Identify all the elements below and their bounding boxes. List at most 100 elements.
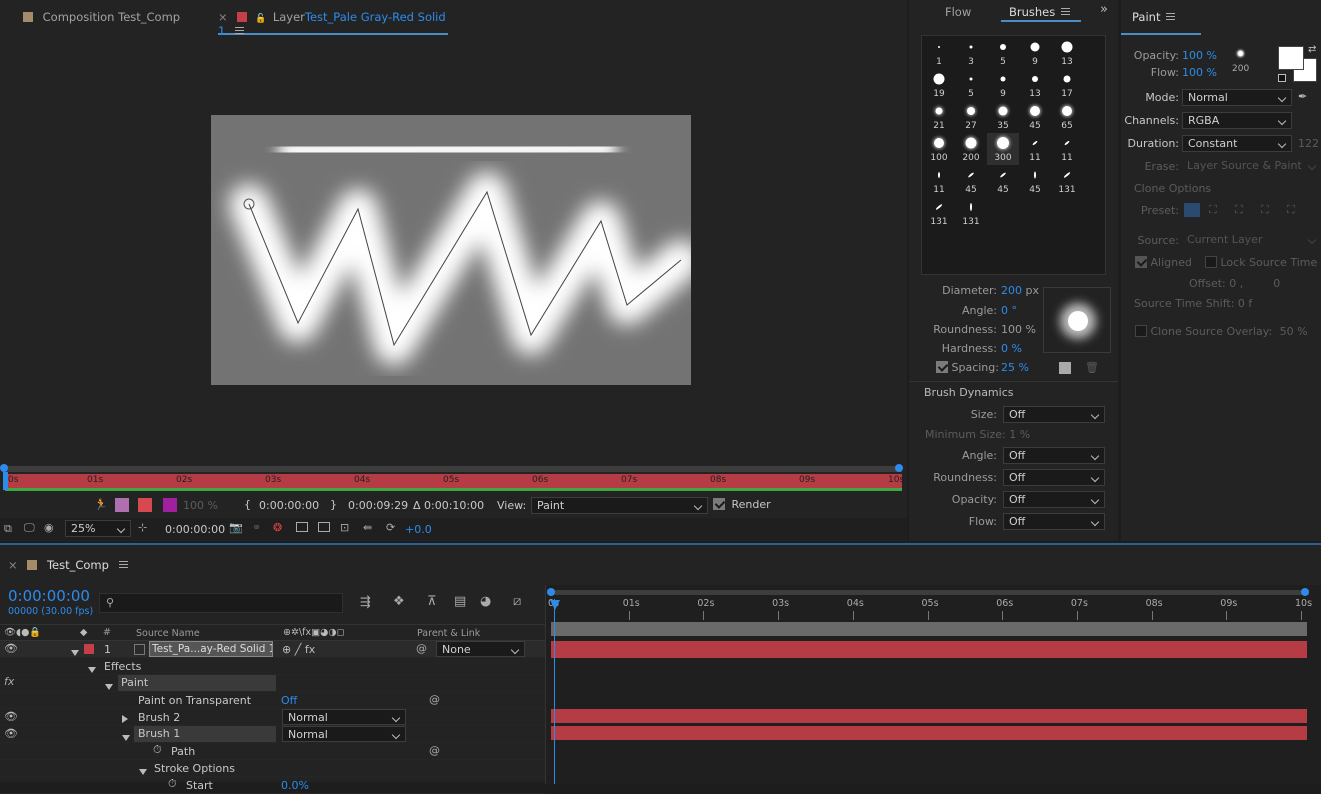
hardness-value[interactable]: 0 %: [1001, 342, 1022, 355]
shy-layers-icon[interactable]: ⊼: [427, 594, 437, 609]
expression-pickwhip-icon[interactable]: @: [429, 744, 440, 757]
work-area-end[interactable]: [895, 464, 903, 472]
view-select[interactable]: Paint: [531, 497, 708, 514]
erase-select[interactable]: Layer Source & Paint: [1182, 158, 1321, 175]
layer-bar[interactable]: [551, 641, 1307, 658]
expand-icon[interactable]: [88, 667, 96, 673]
color-swatch[interactable]: [163, 498, 177, 512]
expand-icon[interactable]: [122, 715, 128, 723]
channels-icon[interactable]: ❂: [273, 521, 282, 534]
brush-tip[interactable]: 9: [1019, 37, 1051, 69]
mode-select[interactable]: Normal: [1182, 89, 1292, 106]
opacity-value[interactable]: 100 %: [183, 499, 218, 512]
swap-colors-icon[interactable]: ⇄: [1308, 44, 1316, 55]
visibility-icon[interactable]: 👁: [4, 710, 18, 723]
timeline-ruler[interactable]: 0s01s02s03s04s05s06s07s08s09s10s: [546, 597, 1321, 621]
current-time[interactable]: 0:00:00:00: [8, 587, 90, 605]
expand-icon[interactable]: [139, 769, 147, 775]
start-time[interactable]: 0:00:00:00: [259, 499, 319, 512]
brush2-row[interactable]: 👁 Brush 2 Normal: [0, 709, 545, 726]
brush-tip[interactable]: 1: [923, 37, 955, 69]
show-snapshot-icon[interactable]: ⚭: [252, 521, 261, 534]
overflow-icon[interactable]: »: [1100, 2, 1108, 17]
playhead[interactable]: [3, 472, 8, 490]
brush1-mode-select[interactable]: Normal: [282, 726, 406, 742]
timeline-tab[interactable]: × Test_Comp: [8, 558, 128, 572]
current-time-indicator[interactable]: [554, 599, 555, 784]
frame-blending-icon[interactable]: ▤: [454, 594, 466, 609]
onion-next-icon[interactable]: [138, 498, 152, 512]
roundness-value[interactable]: 100 %: [1001, 323, 1036, 336]
default-colors-icon[interactable]: [1278, 74, 1286, 82]
viewer-timecode[interactable]: 0:00:00:00: [165, 523, 225, 536]
region-icon[interactable]: ⊹: [138, 521, 147, 534]
opacity-value[interactable]: 100 %: [1182, 49, 1217, 62]
brush-tip[interactable]: 21: [923, 101, 955, 133]
snapshot-icon[interactable]: 📷: [229, 521, 243, 534]
clone-preset-1-icon[interactable]: [1184, 203, 1200, 217]
brush-tip[interactable]: 131: [1051, 165, 1083, 197]
brush-tip[interactable]: 45: [987, 165, 1019, 197]
paint-canvas[interactable]: [211, 115, 691, 385]
brush-tip[interactable]: 45: [955, 165, 987, 197]
expand-icon[interactable]: [105, 684, 113, 690]
clone-overlay-checkbox[interactable]: [1135, 325, 1147, 337]
parent-select[interactable]: None: [436, 641, 525, 657]
brush1-row[interactable]: 👁 Brush 1 Normal: [0, 726, 545, 743]
out-point-icon[interactable]: }: [330, 498, 337, 511]
tab-flow[interactable]: Flow: [945, 5, 971, 19]
brush2-bar[interactable]: [551, 709, 1307, 723]
brush-tip[interactable]: 3: [955, 37, 987, 69]
eyedropper-icon[interactable]: ✒: [1298, 90, 1307, 103]
expand-icon[interactable]: [71, 650, 79, 656]
comp-mini-flowchart-icon[interactable]: ⇶: [360, 595, 371, 610]
brush-tip[interactable]: 131: [923, 197, 955, 229]
brush-tip[interactable]: 11: [1051, 133, 1083, 165]
always-preview-icon[interactable]: ⧉: [4, 522, 12, 536]
effects-row[interactable]: Effects: [0, 658, 545, 675]
brush-tip[interactable]: 35: [987, 101, 1019, 133]
onion-prev-icon[interactable]: [115, 498, 129, 512]
visibility-icon[interactable]: 👁: [4, 642, 18, 655]
end-time[interactable]: 0:00:09:29: [348, 499, 408, 512]
resolution-icon[interactable]: [296, 522, 308, 532]
3d-view-icon[interactable]: ⊡: [340, 521, 349, 534]
path-row[interactable]: ⏱ Path @: [0, 743, 545, 760]
work-area-start[interactable]: [547, 588, 555, 596]
brush2-mode-select[interactable]: Normal: [282, 709, 406, 725]
in-point-icon[interactable]: {: [244, 498, 251, 511]
brush1-bar[interactable]: [551, 726, 1307, 740]
trash-icon[interactable]: 🗑: [1085, 361, 1099, 374]
start-value[interactable]: 0.0%: [281, 779, 309, 792]
channels-select[interactable]: RGBA: [1182, 112, 1292, 129]
menu-icon[interactable]: [234, 27, 244, 34]
onion-skin-icon[interactable]: 🏃: [94, 498, 108, 511]
paint-on-transparent-row[interactable]: Paint on Transparent Off @: [0, 692, 545, 709]
mask-icon[interactable]: ◉: [44, 521, 54, 534]
draft-3d-icon[interactable]: ❖: [393, 594, 405, 609]
transparency-grid-icon[interactable]: [318, 522, 330, 532]
expression-pickwhip-icon[interactable]: @: [429, 693, 440, 706]
fast-preview-icon[interactable]: ⇚: [363, 521, 372, 534]
motion-blur-icon[interactable]: ◕: [480, 594, 491, 609]
dyn-opacity-select[interactable]: Off: [1003, 491, 1105, 508]
viewer-tab-comp[interactable]: Composition Test_Comp: [23, 10, 180, 24]
work-area-bar[interactable]: [549, 590, 1309, 595]
brush-tip[interactable]: 11: [1019, 133, 1051, 165]
monitor-icon[interactable]: 🖵: [24, 521, 35, 535]
aligned-checkbox[interactable]: [1135, 256, 1147, 268]
search-input[interactable]: ⚲: [99, 593, 343, 613]
brush-tip[interactable]: 200: [955, 133, 987, 165]
pickwhip-icon[interactable]: @: [416, 642, 427, 655]
layer-switches-icon[interactable]: ⊕ ╱ fx: [282, 643, 315, 656]
graph-editor-icon[interactable]: ⧄: [513, 594, 521, 609]
dyn-flow-select[interactable]: Off: [1003, 513, 1105, 530]
brush-tip[interactable]: 131: [955, 197, 987, 229]
paint-effect-label[interactable]: Paint: [118, 675, 276, 691]
stopwatch-icon[interactable]: ⏱: [153, 743, 162, 757]
brush-tip[interactable]: 5: [955, 69, 987, 101]
start-row[interactable]: ⏱ Start 0.0%: [0, 777, 545, 794]
spacing-checkbox[interactable]: [936, 361, 948, 373]
work-area-start[interactable]: [0, 464, 8, 472]
brush-tip[interactable]: 19: [923, 69, 955, 101]
